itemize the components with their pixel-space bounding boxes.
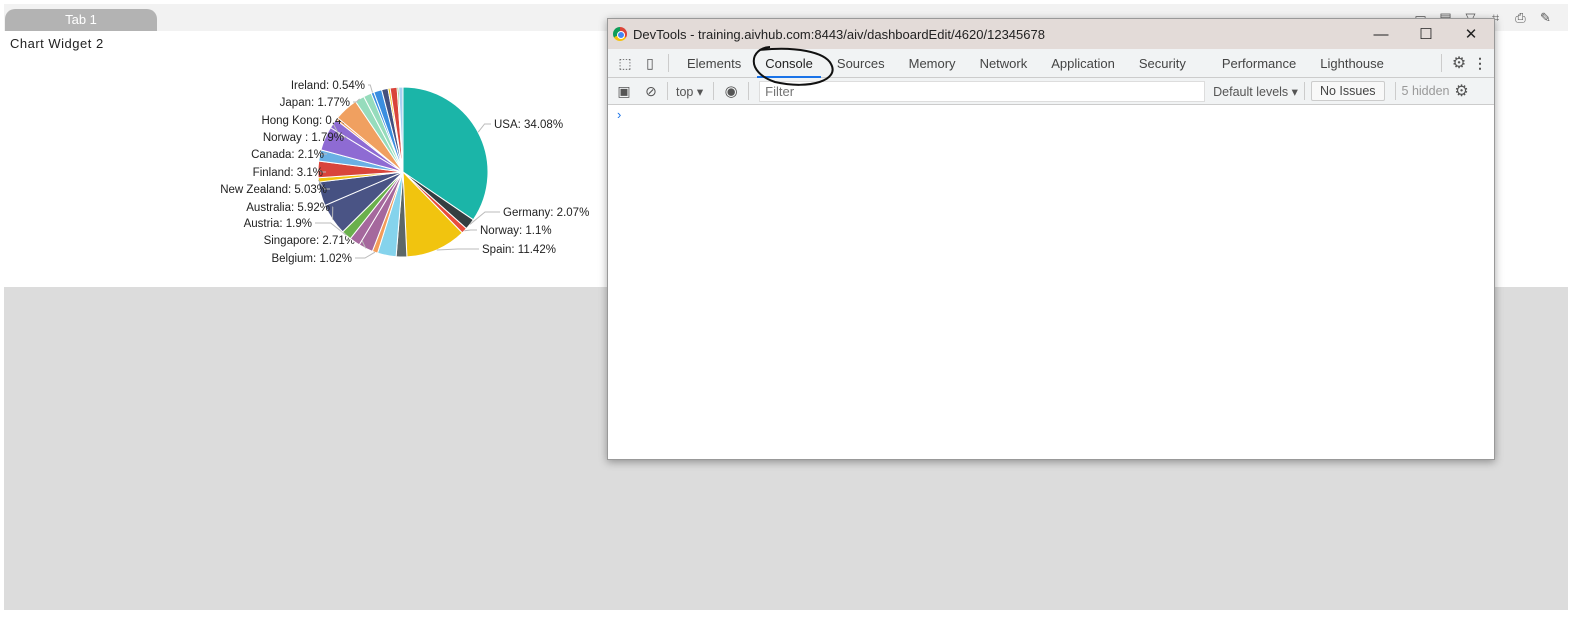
context-selector[interactable]: top ▾ <box>676 84 703 99</box>
live-expression-eye-icon[interactable]: ◉ <box>720 82 742 100</box>
leader-line <box>464 229 477 232</box>
slice-label: Spain: 11.42% <box>482 244 556 256</box>
edit-icon[interactable]: ✎ <box>1537 9 1554 26</box>
slice-label: Norway: 1.1% <box>480 225 552 237</box>
close-icon[interactable]: ✕ <box>1448 19 1494 49</box>
devtools-title: DevTools - training.aivhub.com:8443/aiv/… <box>633 26 1045 42</box>
slice-label: Australia: 5.92% <box>246 202 330 214</box>
chrome-icon <box>613 27 627 41</box>
devtools-tabs: ⬚ ▯ Elements Console Sources Memory Netw… <box>608 49 1494 78</box>
slice-label: USA: 34.08% <box>494 119 563 131</box>
leader-line <box>368 84 373 93</box>
tab-memory[interactable]: Memory <box>897 49 968 78</box>
tab-security[interactable]: Security <box>1127 49 1198 78</box>
device-toolbar-icon[interactable]: ▯ <box>642 55 658 72</box>
settings-gear-icon[interactable]: ⚙ <box>1448 53 1470 73</box>
inspect-icon[interactable]: ⬚ <box>616 55 634 72</box>
devtools-titlebar: DevTools - training.aivhub.com:8443/aiv/… <box>608 19 1494 49</box>
tab-elements[interactable]: Elements <box>675 49 753 78</box>
tab-sources[interactable]: Sources <box>825 49 897 78</box>
leader-line <box>477 123 491 133</box>
sidebar-toggle-icon[interactable]: ▣ <box>615 83 633 100</box>
tab-lighthouse[interactable]: Lighthouse <box>1308 49 1396 78</box>
devtools-window: DevTools - training.aivhub.com:8443/aiv/… <box>607 18 1495 460</box>
slice-label: New Zealand: 5.03% <box>220 184 327 196</box>
console-settings-icon[interactable]: ⚙ <box>1450 81 1474 101</box>
leader-line <box>436 248 479 251</box>
pie-chart: USA: 34.08% Germany: 2.07% Norway: 1.1% Spa… <box>220 80 589 265</box>
maximize-icon[interactable]: ☐ <box>1403 19 1449 49</box>
log-levels-value: Default levels <box>1213 84 1289 99</box>
tab-performance[interactable]: Performance <box>1210 49 1308 78</box>
context-value: top <box>676 84 694 99</box>
tab-application[interactable]: Application <box>1039 49 1127 78</box>
issues-button[interactable]: No Issues <box>1310 81 1385 101</box>
print-icon[interactable]: ⎙ <box>1512 9 1529 26</box>
slice-label: Germany: 2.07% <box>503 207 589 219</box>
console-toolbar: ▣ ⊘ top ▾ ◉ Default levels ▾ No Issues 5… <box>608 78 1494 105</box>
leader-line <box>355 251 376 259</box>
clear-console-icon[interactable]: ⊘ <box>643 83 659 100</box>
console-prompt[interactable]: › <box>608 105 1494 122</box>
tab-network[interactable]: Network <box>968 49 1040 78</box>
slice-label: Japan: 1.77% <box>280 97 350 109</box>
slice-label: Austria: 1.9% <box>244 218 312 230</box>
hidden-count: 5 hidden <box>1401 84 1450 98</box>
slice-label: Finland: 3.1% <box>253 167 323 179</box>
slice-label: Canada: 2.1% <box>251 149 324 161</box>
slice-label: Ireland: 0.54% <box>291 80 365 92</box>
more-options-icon[interactable]: ⋮ <box>1470 55 1490 72</box>
log-levels-dropdown[interactable]: Default levels ▾ <box>1213 84 1298 99</box>
slice-label: Singapore: 2.71% <box>264 235 355 247</box>
minimize-icon[interactable]: — <box>1358 19 1404 49</box>
filter-input[interactable] <box>759 80 1206 102</box>
slice-label: Norway : 1.79% <box>263 132 344 144</box>
slice-label: Belgium: 1.02% <box>271 253 352 265</box>
tab-console[interactable]: Console <box>753 49 825 78</box>
